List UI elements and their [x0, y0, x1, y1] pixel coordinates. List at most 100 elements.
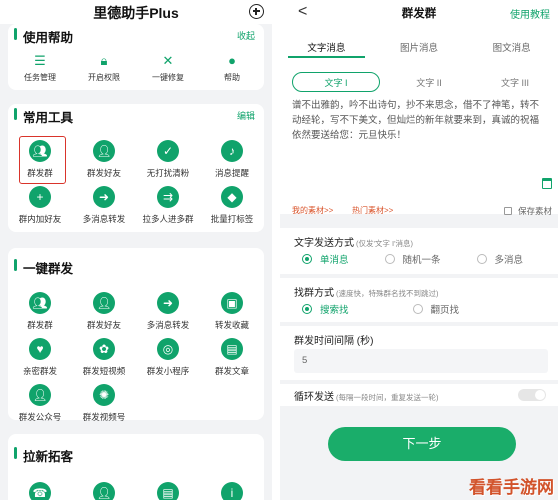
tool-friend-broadcast[interactable]: 👤︎ 群发好友	[72, 136, 136, 182]
save-material-checkbox[interactable]: 保存素材	[503, 205, 552, 217]
radio-label: 搜索找	[320, 305, 349, 316]
tutorial-link[interactable]: 使用教程	[510, 6, 550, 21]
broadcast-intimate[interactable]: ♥ 亲密群发	[8, 334, 72, 380]
screen-divider	[272, 0, 280, 500]
broadcast-official-account[interactable]: 👤︎ 群发公众号	[8, 380, 72, 426]
my-material-link[interactable]: 我的素材>>	[292, 205, 333, 216]
radio-dot	[476, 254, 487, 264]
help-item-label: 任务管理	[24, 73, 56, 82]
tab-image-message[interactable]: 图片消息	[373, 36, 466, 58]
radio-random-one[interactable]: 随机一条	[384, 252, 441, 266]
invite-item[interactable]: ▤	[136, 478, 200, 500]
radio-single-message[interactable]: 单消息	[302, 252, 349, 266]
radio-label: 单消息	[320, 255, 349, 266]
broadcast-group[interactable]: 👥︎ 群发群	[8, 288, 72, 334]
help-item-help[interactable]: ● 帮助	[200, 52, 264, 84]
send-mode-section: 文字发送方式 (仅发'文字 I'消息) 单消息 随机一条 多消息	[280, 228, 558, 274]
broadcast-friend[interactable]: 👤︎ 群发好友	[72, 288, 136, 334]
broadcast-grid: 👥︎ 群发群 👤︎ 群发好友 ➜ 多消息转发 ▣ 转发收藏 ♥ 亲密群发 ✿ 群	[8, 288, 264, 426]
subtab-text-1[interactable]: 文字 I	[292, 72, 380, 92]
radio-label: 随机一条	[402, 255, 441, 266]
tool-label: 群发好友	[86, 168, 121, 178]
invite-item[interactable]: ☎	[8, 478, 72, 500]
invite-card-title: 拉新拓客	[23, 450, 74, 464]
tool-message-reminder[interactable]: ♪ 消息提醒	[200, 136, 264, 182]
radio-dot	[384, 254, 395, 264]
edit-link[interactable]: 编辑	[237, 109, 255, 122]
help-card: 使用帮助 收起 ☰ 任务管理 🔒︎ 开启权限 ✕ 一键修复 ● 帮助	[8, 24, 264, 90]
invite-item[interactable]: i	[200, 478, 264, 500]
subtab-text-3[interactable]: 文字 III	[472, 72, 558, 92]
loop-hint: (每隔一段时间，重复发送一轮)	[336, 393, 439, 402]
invite-card: 拉新拓客 ☎ 👤︎ ▤ i	[8, 434, 264, 500]
broadcast-mini-program[interactable]: ◎ 群发小程序	[136, 334, 200, 380]
invite-card-header: 拉新拓客	[8, 443, 264, 464]
heart-chat-icon: ♥	[29, 338, 51, 360]
help-item-task-manage[interactable]: ☰ 任务管理	[8, 52, 72, 84]
next-step-button[interactable]: 下一步	[328, 427, 516, 461]
help-pin-icon: ●	[228, 53, 236, 68]
message-type-tabs: 文字消息 图片消息 图文消息	[280, 36, 558, 58]
radio-search-find[interactable]: 搜索找	[302, 302, 349, 316]
message-editor-area: < 群发群 使用教程 文字消息 图片消息 图文消息 文字 I 文字 II 文字 …	[280, 0, 558, 214]
group-icon: 👥︎	[29, 292, 51, 314]
section-accent-bar	[14, 259, 17, 271]
loop-section: 循环发送 (每隔一段时间，重复发送一轮)	[280, 384, 558, 406]
tool-clean-fans[interactable]: ✓ 无打扰清粉	[136, 136, 200, 182]
loop-toggle[interactable]	[518, 389, 546, 401]
broadcast-label: 亲密群发	[22, 366, 57, 376]
send-mode-title: 文字发送方式	[294, 238, 354, 249]
broadcast-favorites[interactable]: ▣ 转发收藏	[200, 288, 264, 334]
broadcast-label: 群发好友	[86, 320, 121, 330]
broadcast-label: 群发短视频	[82, 366, 126, 376]
app-header: 里德助手Plus	[0, 0, 272, 24]
help-item-label: 帮助	[224, 73, 240, 82]
radio-dot	[302, 304, 312, 314]
tool-pull-into-groups[interactable]: ⇉ 拉多人进多群	[136, 182, 200, 228]
pull-group-icon: ⇉	[157, 186, 179, 208]
wrench-icon: ✕	[162, 53, 174, 68]
radio-page-find[interactable]: 翻页找	[412, 302, 459, 316]
subtab-text-2[interactable]: 文字 II	[386, 72, 472, 92]
loop-title: 循环发送	[294, 392, 334, 403]
trash-icon[interactable]	[542, 178, 552, 189]
broadcast-article[interactable]: ▤ 群发文章	[200, 334, 264, 380]
invite-item[interactable]: 👤︎	[72, 478, 136, 500]
tool-batch-tag[interactable]: ◆ 批量打标签	[200, 182, 264, 228]
add-icon[interactable]	[249, 4, 264, 19]
find-mode-section: 找群方式 (速度快，特殊群名找不到跳过) 搜索找 翻页找	[280, 278, 558, 322]
send-mode-label: 文字发送方式 (仅发'文字 I'消息)	[294, 234, 413, 249]
help-item-permission[interactable]: 🔒︎ 开启权限	[72, 52, 136, 84]
friend-icon: 👤︎	[93, 482, 115, 500]
broadcast-multi-forward[interactable]: ➜ 多消息转发	[136, 288, 200, 334]
tool-add-friend-in-group[interactable]: + 群内加好友	[8, 182, 72, 228]
broadcast-card-header: 一键群发	[8, 255, 264, 276]
interval-input[interactable]: 5	[294, 349, 548, 373]
broadcast-label: 群发公众号	[18, 412, 62, 422]
tag-icon: ◆	[221, 186, 243, 208]
tools-card-title: 常用工具	[23, 111, 74, 125]
invite-grid: ☎ 👤︎ ▤ i	[8, 478, 264, 500]
hot-material-link[interactable]: 热门素材>>	[352, 205, 393, 216]
find-mode-options: 搜索找 翻页找	[302, 302, 459, 316]
section-accent-bar	[14, 28, 17, 40]
help-grid: ☰ 任务管理 🔒︎ 开启权限 ✕ 一键修复 ● 帮助	[8, 52, 264, 84]
tab-rich-message[interactable]: 图文消息	[465, 36, 558, 58]
tool-multi-forward[interactable]: ➜ 多消息转发	[72, 182, 136, 228]
bell-icon: ♪	[221, 140, 243, 162]
tab-text-message[interactable]: 文字消息	[280, 36, 373, 58]
broadcast-short-video[interactable]: ✿ 群发短视频	[72, 334, 136, 380]
article-icon: ▤	[221, 338, 243, 360]
message-textarea[interactable]: 谱不出雅韵，吟不出诗句，抄不来思念，借不了神笔，转不动经轮，写不下美文，但灿烂的…	[292, 98, 548, 196]
collapse-link[interactable]: 收起	[237, 29, 255, 42]
broadcast-channel[interactable]: ✺ 群发视频号	[72, 380, 136, 426]
tool-label: 拉多人进多群	[142, 214, 194, 224]
checkbox-icon	[503, 207, 512, 215]
mini-program-icon: ◎	[157, 338, 179, 360]
forward-icon: ➜	[157, 292, 179, 314]
radio-multi-message[interactable]: 多消息	[476, 252, 523, 266]
help-card-header: 使用帮助 收起	[8, 24, 264, 45]
help-card-title: 使用帮助	[23, 31, 74, 45]
app-title: 里德助手Plus	[93, 5, 179, 21]
help-item-repair[interactable]: ✕ 一键修复	[136, 52, 200, 84]
